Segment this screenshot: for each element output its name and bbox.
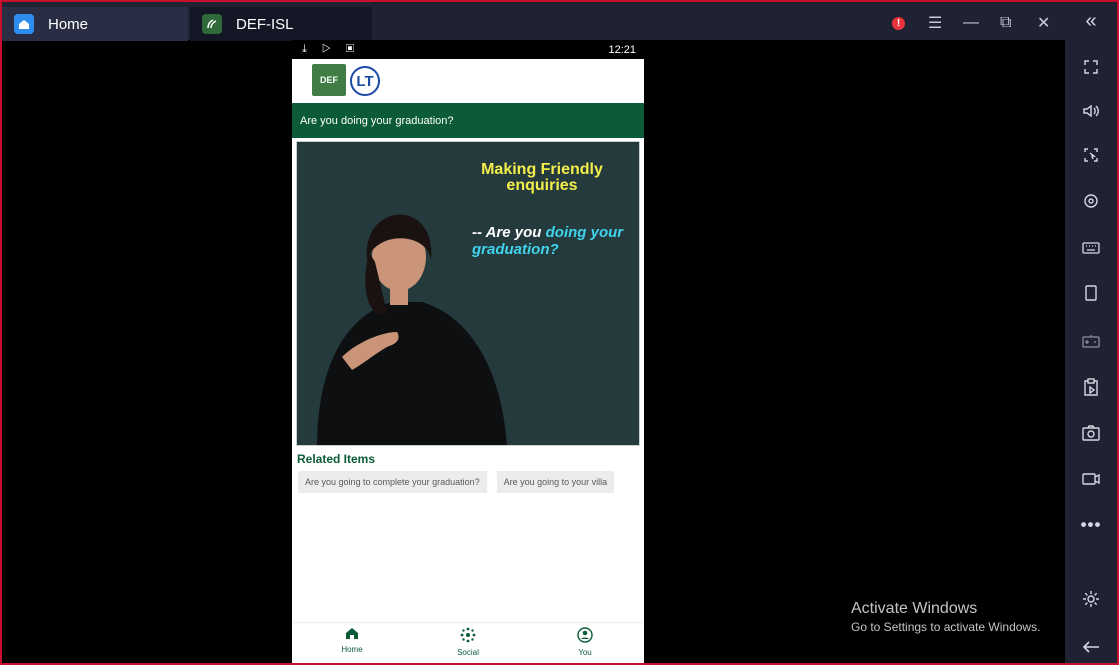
window-frame — [0, 0, 1119, 665]
